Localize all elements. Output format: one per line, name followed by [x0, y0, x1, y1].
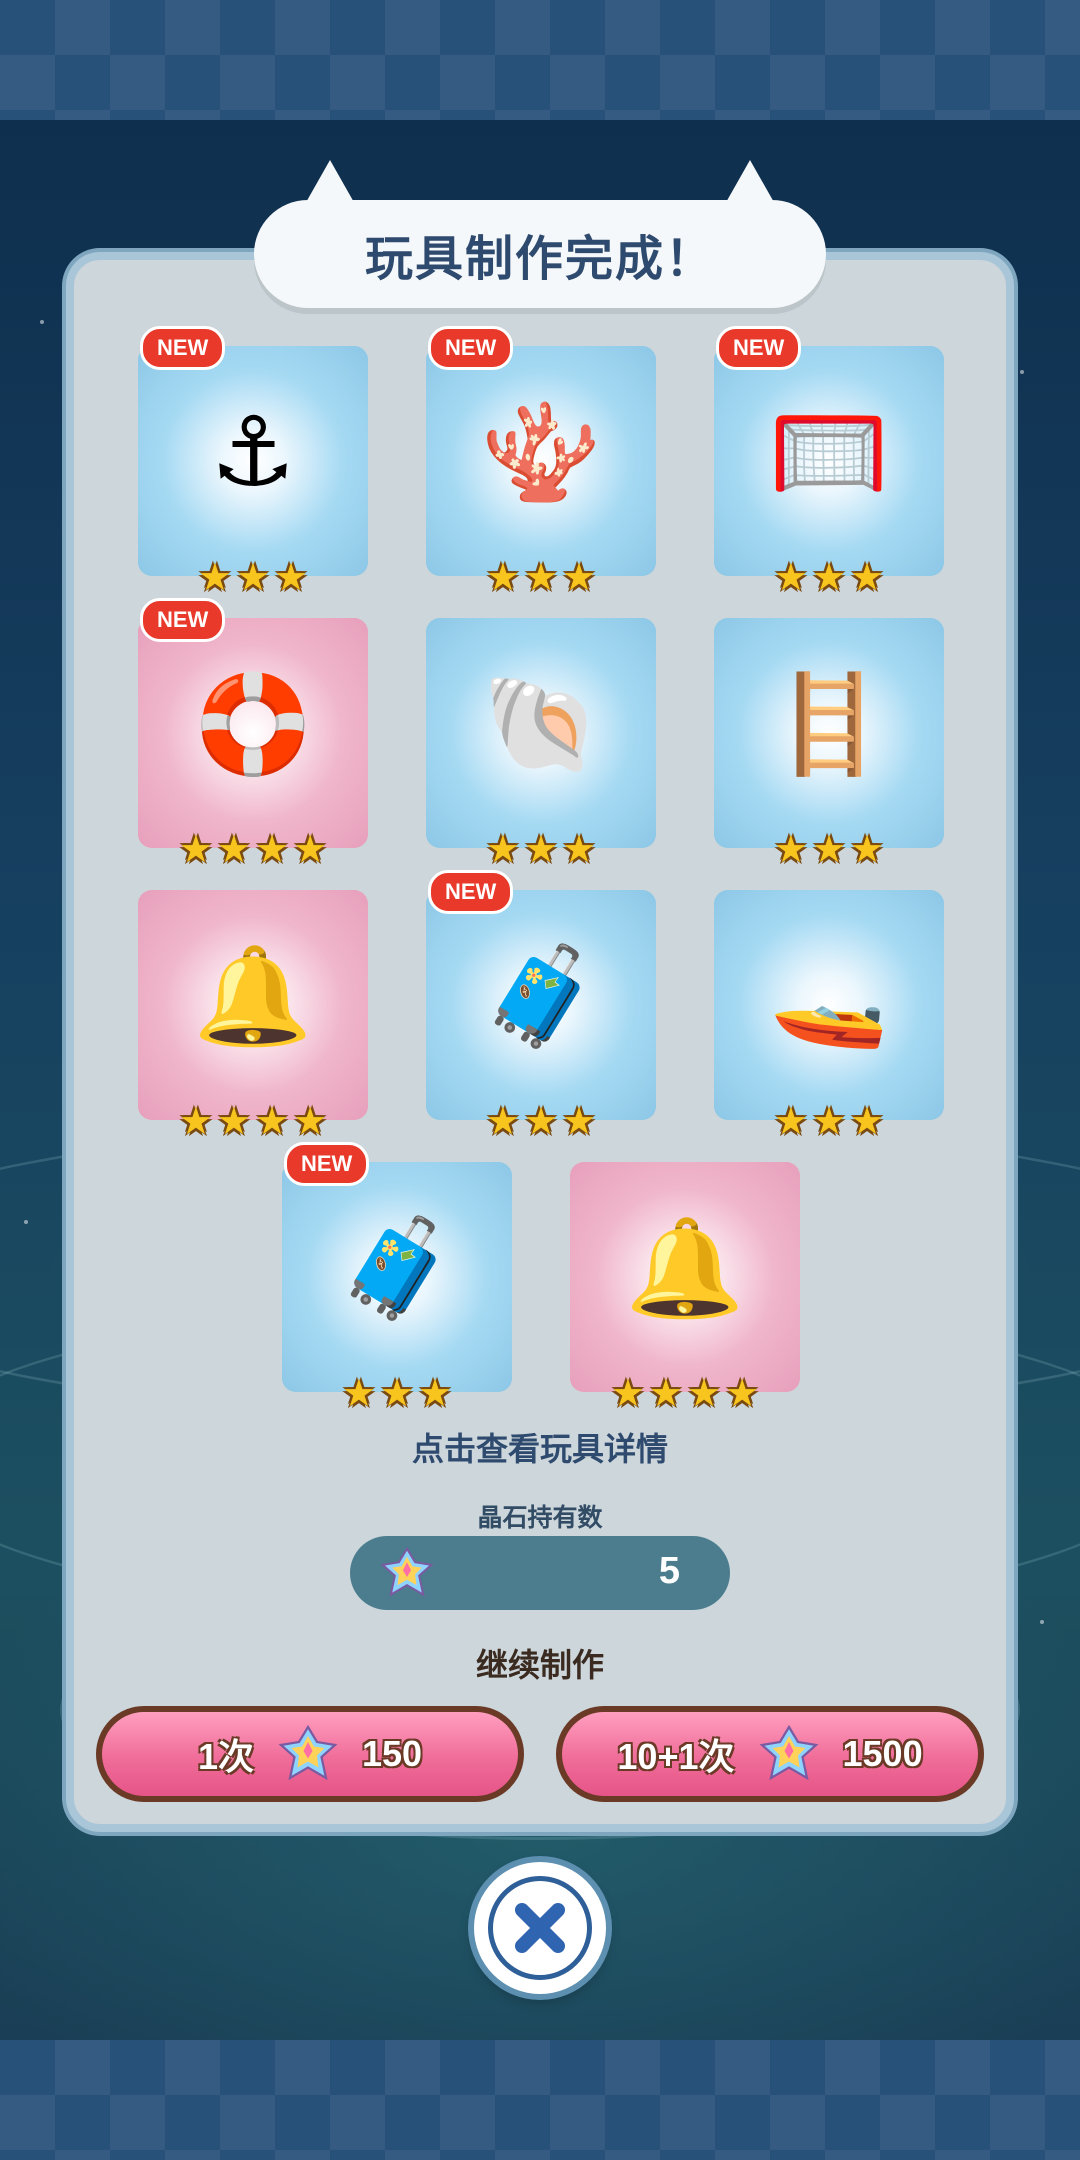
star-icon: ★: [811, 555, 847, 599]
star-icon: ★: [216, 827, 251, 871]
star-icon: ★: [379, 1371, 415, 1415]
star-icon: ★: [850, 1099, 885, 1143]
top-pattern-band: [0, 0, 1080, 120]
diving-ladder-icon: 🪜: [769, 667, 889, 780]
star-icon: ★: [523, 555, 559, 599]
rarity-stars: ★ ★ ★: [426, 558, 656, 596]
rarity-stars: ★ ★ ★: [714, 830, 944, 868]
new-badge: NEW: [140, 326, 226, 370]
rarity-stars: ★ ★ ★: [426, 830, 656, 868]
star-icon: ★: [648, 1371, 683, 1415]
jet-ski-icon: 🚤: [769, 939, 889, 1052]
new-badge: NEW: [716, 326, 802, 370]
star-icon: ★: [178, 1099, 213, 1143]
rainbow-swim-ring-icon: 🛟: [193, 667, 313, 780]
star-icon: ★: [725, 1371, 760, 1415]
star-icon: ★: [610, 1371, 645, 1415]
rarity-stars: ★ ★ ★ ★: [570, 1374, 800, 1412]
star-icon: ★: [178, 827, 213, 871]
star-icon: ★: [523, 827, 559, 871]
craft-once-cost: 150: [361, 1733, 423, 1774]
star-icon: ★: [293, 1099, 328, 1143]
close-icon: [515, 1903, 565, 1953]
star-icon: ★: [418, 1371, 453, 1415]
toy-card[interactable]: 🔔 ★ ★ ★ ★: [138, 890, 368, 1140]
soccer-goal-icon: 🥅: [769, 395, 889, 508]
toy-card[interactable]: 🪜 ★ ★ ★: [714, 618, 944, 868]
new-badge: NEW: [428, 326, 514, 370]
bell-arch-icon: 🔔: [625, 1211, 745, 1324]
star-icon: ★: [811, 827, 847, 871]
rarity-stars: ★ ★ ★ ★: [138, 830, 368, 868]
suitcase-icon: 🧳: [481, 939, 601, 1052]
rarity-stars: ★ ★ ★: [714, 1102, 944, 1140]
toy-card[interactable]: 🥅 ★ ★ ★ NEW: [714, 326, 944, 596]
rarity-stars: ★ ★ ★ ★: [138, 1102, 368, 1140]
continue-crafting-label: 继续制作: [475, 1647, 604, 1683]
close-button[interactable]: [474, 1862, 606, 1994]
star-icon: ★: [523, 1099, 559, 1143]
rarity-stars: ★ ★ ★: [138, 558, 368, 596]
toy-card[interactable]: 🚤 ★ ★ ★: [714, 890, 944, 1140]
crystal-owned-label: 晶石持有数: [477, 1504, 603, 1532]
star-icon: ★: [255, 827, 290, 871]
rainbow-crystal-icon: [380, 1546, 434, 1597]
star-icon: ★: [255, 1099, 290, 1143]
star-icon: ★: [485, 555, 520, 599]
craft-multi-button[interactable]: 10+1次 1500: [556, 1706, 984, 1802]
toy-card[interactable]: 🐚 ★ ★ ★: [426, 618, 656, 868]
craft-multi-label: 10+1次: [617, 1736, 735, 1777]
new-badge: NEW: [428, 870, 514, 914]
toy-card[interactable]: ⚓ ★ ★ ★ NEW: [138, 326, 368, 596]
craft-once-label: 1次: [197, 1736, 254, 1777]
rainbow-crystal-icon: [758, 1724, 819, 1781]
star-icon: ★: [773, 1099, 808, 1143]
title-banner: 玩具制作完成！: [254, 200, 826, 308]
star-icon: ★: [850, 555, 885, 599]
star-icon: ★: [562, 1099, 597, 1143]
rarity-stars: ★ ★ ★: [714, 558, 944, 596]
craft-multi-cost: 1500: [842, 1733, 923, 1774]
crystal-count: 5: [658, 1550, 680, 1592]
bottom-pattern-band: [0, 2040, 1080, 2160]
bell-arch-icon: 🔔: [193, 939, 313, 1052]
crystal-owned-bar: 5: [350, 1536, 730, 1610]
star-icon: ★: [485, 827, 520, 871]
toy-card[interactable]: 🛟 ★ ★ ★ ★ NEW: [138, 598, 368, 868]
star-icon: ★: [562, 555, 597, 599]
star-icon: ★: [485, 1099, 520, 1143]
star-icon: ★: [235, 555, 271, 599]
toy-card[interactable]: 🧳 ★ ★ ★ NEW: [426, 870, 656, 1140]
anchor-icon: ⚓: [209, 395, 297, 508]
seashell-icon: 🐚: [481, 667, 601, 780]
star-icon: ★: [216, 1099, 251, 1143]
new-badge: NEW: [284, 1142, 370, 1186]
coral-icon: 🪸: [481, 395, 601, 508]
star-icon: ★: [773, 555, 808, 599]
new-badge: NEW: [140, 598, 226, 642]
star-icon: ★: [293, 827, 328, 871]
star-icon: ★: [274, 555, 309, 599]
rainbow-crystal-icon: [278, 1724, 338, 1781]
craft-once-button[interactable]: 1次 150: [96, 1706, 524, 1802]
star-icon: ★: [197, 555, 232, 599]
star-icon: ★: [341, 1371, 376, 1415]
star-icon: ★: [773, 827, 808, 871]
rarity-stars: ★ ★ ★: [426, 1102, 656, 1140]
star-icon: ★: [811, 1099, 847, 1143]
star-icon: ★: [850, 827, 885, 871]
rarity-stars: ★ ★ ★: [282, 1374, 512, 1412]
toy-card[interactable]: 🪸 ★ ★ ★ NEW: [426, 326, 656, 596]
toy-card[interactable]: 🔔 ★ ★ ★ ★: [570, 1162, 800, 1412]
page-title: 玩具制作完成！: [364, 233, 715, 286]
star-icon: ★: [562, 827, 597, 871]
toy-card[interactable]: 🧳 ★ ★ ★ NEW: [282, 1142, 512, 1412]
suitcase-icon: 🧳: [337, 1211, 457, 1324]
star-icon: ★: [687, 1371, 722, 1415]
details-hint: 点击查看玩具详情: [411, 1431, 668, 1467]
